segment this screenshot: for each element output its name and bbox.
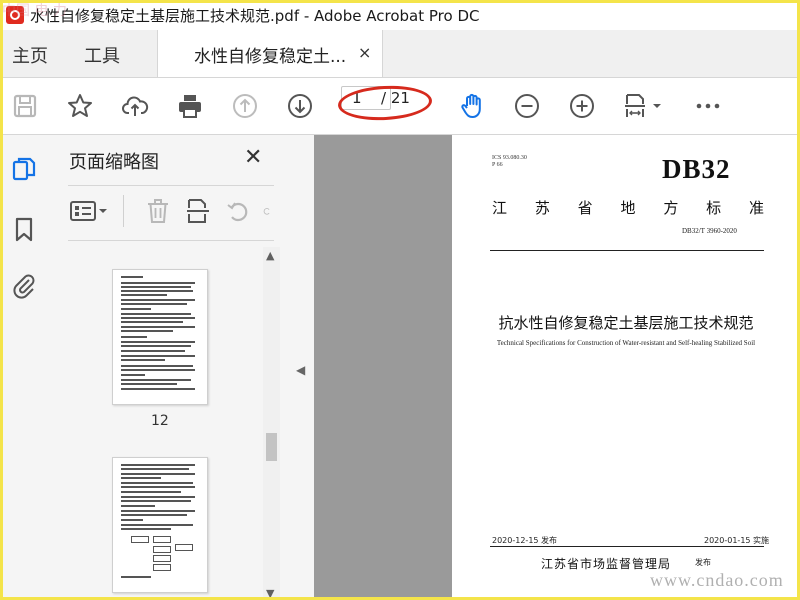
scroll-thumb[interactable] [266, 433, 277, 461]
page-fit-icon[interactable] [622, 90, 670, 122]
standard-code: DB32 [662, 154, 731, 184]
scroll-down-icon[interactable]: ▼ [266, 587, 274, 600]
tab-document[interactable]: 水性自修复稳定土... × [157, 30, 383, 77]
tab-tools[interactable]: 工具 [84, 42, 120, 68]
page-thumbnails-icon[interactable] [8, 153, 40, 185]
header-rule [490, 250, 764, 251]
rotate-page-icon[interactable] [222, 193, 254, 229]
thumbnail-options-icon[interactable] [68, 193, 114, 229]
page-down-icon[interactable] [284, 90, 316, 122]
rotate-page-clockwise-icon[interactable] [262, 193, 272, 229]
thumbnail-label: 12 [151, 413, 169, 429]
print-icon[interactable] [174, 90, 206, 122]
document-title-zh: 抗水性自修复稳定土基层施工技术规范 [498, 314, 754, 332]
thumbnails-panel: 页面缩略图 ✕ 12 ▲ ▼ [48, 135, 291, 600]
tab-close-icon[interactable]: × [358, 43, 371, 62]
ics-code: ICS 93.080.30 P 66 [492, 155, 527, 169]
document-viewport[interactable]: ICS 93.080.30 P 66 DB32 江 苏 省 地 方 标 准 DB… [314, 135, 800, 600]
document-title-en: Technical Specifications for Constructio… [496, 339, 756, 347]
insert-page-icon[interactable] [182, 193, 214, 229]
upload-cloud-icon[interactable] [119, 90, 151, 122]
bookmark-star-icon[interactable] [64, 90, 96, 122]
bookmark-icon[interactable] [8, 213, 40, 245]
standard-type-heading: 江 苏 省 地 方 标 准 [492, 197, 764, 218]
heading-char: 标 [706, 199, 722, 217]
save-icon[interactable] [9, 90, 41, 122]
more-icon[interactable] [692, 90, 724, 122]
delete-page-icon[interactable] [142, 193, 174, 229]
heading-char: 江 [492, 199, 508, 217]
implement-date: 2020-01-15 实施 [704, 536, 770, 545]
heading-char: 地 [620, 199, 636, 217]
watermark-bottom-right: www.cndao.com [650, 570, 784, 590]
panel-title: 页面缩略图 [69, 152, 159, 173]
hand-icon[interactable] [456, 90, 488, 122]
thumbnail-scrollbar[interactable]: ▲ ▼ [263, 247, 280, 600]
zoom-in-icon[interactable] [566, 90, 598, 122]
publish-date: 2020-12-15 发布 [492, 536, 558, 545]
left-rail [0, 135, 49, 600]
zoom-out-icon[interactable] [511, 90, 543, 122]
attachment-icon[interactable] [8, 269, 40, 301]
footer-rule [490, 546, 764, 547]
tab-document-label: 水性自修复稳定土... [194, 47, 347, 67]
collapse-arrow-icon[interactable]: ◀ [296, 363, 305, 377]
heading-char: 苏 [534, 199, 550, 217]
title-bar: 水性自修复稳定土基层施工技术规范.pdf - Adobe Acrobat Pro… [0, 0, 800, 30]
tab-bar: 主页 工具 水性自修复稳定土... × [0, 30, 800, 78]
page-up-icon[interactable] [229, 90, 261, 122]
heading-char: 省 [577, 199, 593, 217]
heading-char: 方 [663, 199, 679, 217]
page-thumbnail-13[interactable] [112, 457, 208, 593]
panel-toolbar-divider [123, 195, 124, 227]
panel-divider [68, 185, 274, 186]
panel-collapse-handle[interactable]: ◀ [290, 135, 314, 600]
ics-line-1: ICS 93.080.30 [492, 155, 527, 161]
watermark-top-left: 中国 电 力 [2, 3, 67, 19]
document-page: ICS 93.080.30 P 66 DB32 江 苏 省 地 方 标 准 DB… [452, 135, 800, 600]
scroll-up-icon[interactable]: ▲ [266, 249, 274, 262]
heading-char: 准 [748, 199, 764, 217]
issuing-authority-suffix: 发布 [695, 558, 711, 567]
standard-number: DB32/T 3960-2020 [682, 227, 737, 235]
tab-home[interactable]: 主页 [12, 42, 48, 68]
window-title: 水性自修复稳定土基层施工技术规范.pdf - Adobe Acrobat Pro… [30, 7, 480, 25]
ics-line-2: P 66 [492, 162, 503, 168]
panel-close-icon[interactable]: ✕ [244, 145, 262, 170]
page-thumbnail-12[interactable] [112, 269, 208, 405]
panel-divider-2 [68, 240, 274, 241]
